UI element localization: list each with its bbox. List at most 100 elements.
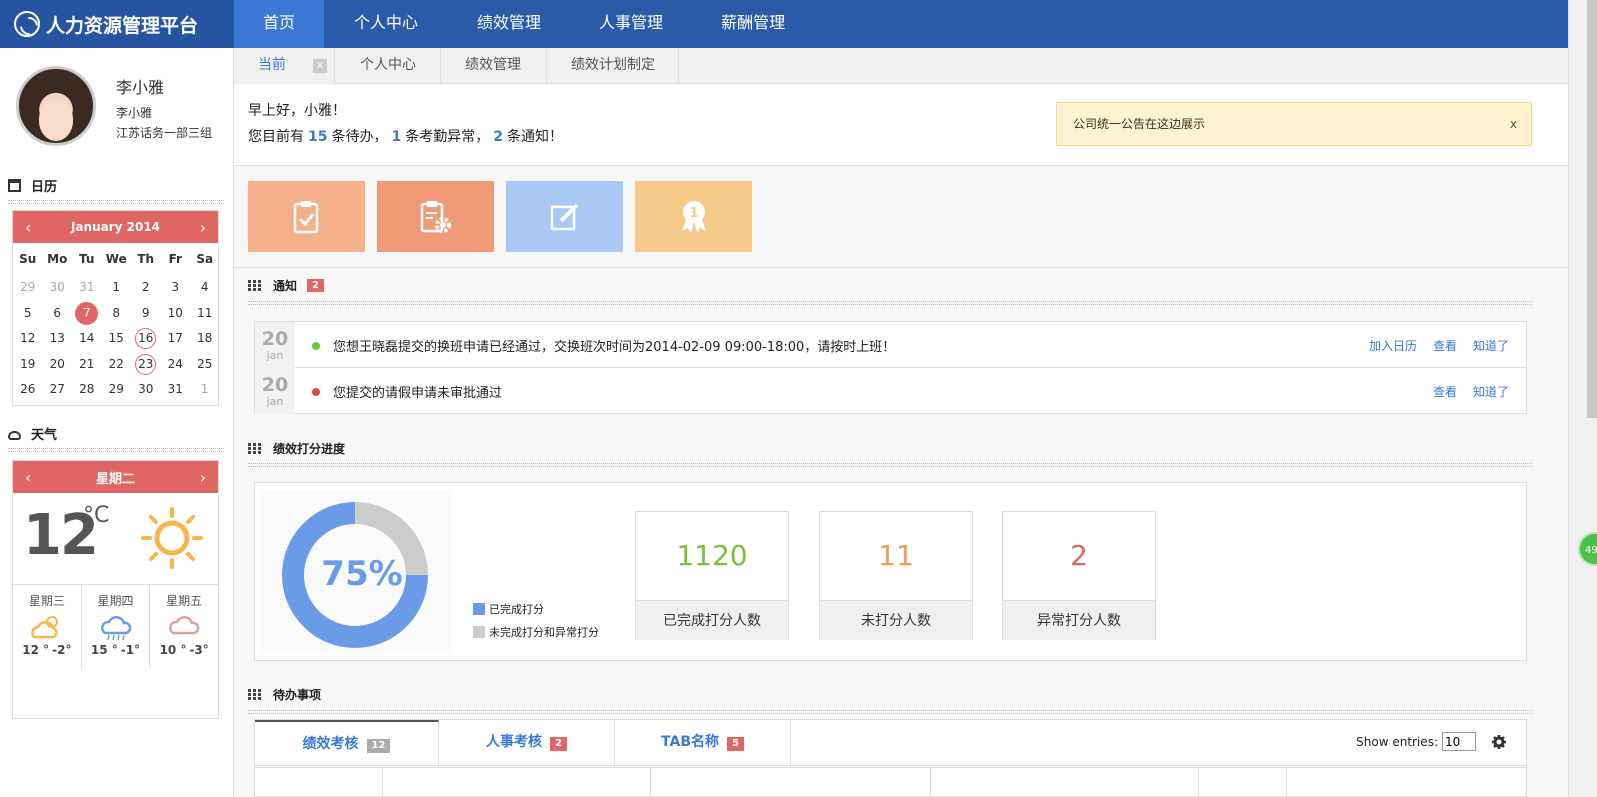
calendar-day-number: 17 [167,331,183,345]
todo-tab-performance[interactable]: 绩效考核 12 [255,720,439,766]
notification-day: 20 [261,328,289,350]
calendar-day[interactable]: 22 [102,352,132,378]
tile-clipboard-gear[interactable] [377,181,494,252]
award-icon: 1 [681,200,706,233]
attendance-count[interactable]: 1 [391,129,401,145]
todo-title-label: 待办事项 [273,688,322,702]
status-dot [312,388,320,396]
calendar-day[interactable]: 29 [13,275,43,301]
scrollbar-thumb[interactable] [1587,0,1597,418]
calendar-day[interactable]: 3 [161,275,191,301]
calendar-day-number: 22 [108,356,124,371]
calendar-dow: Tu [79,252,95,266]
tab-performance-plan[interactable]: 绩效计划制定 [547,48,679,84]
weather-prev-button[interactable]: ‹ [25,468,31,487]
todo-tab-hr[interactable]: 人事考核 2 [439,720,615,766]
calendar-day[interactable]: 26 [13,377,43,403]
calendar-day[interactable]: 19 [13,352,43,378]
calendar-day-number: 31 [79,280,95,294]
weather-title: 天气 [8,424,57,443]
calendar-day-number: 10 [167,305,183,320]
table-header-cell[interactable] [651,768,931,797]
calendar-day[interactable]: 29 [102,377,132,403]
calendar-day[interactable]: 9 [131,301,161,327]
stat-card-abnormal[interactable]: 2 异常打分人数 [1002,511,1156,640]
calendar-day[interactable]: 12 [13,326,43,352]
calendar-day[interactable]: 1 [102,275,132,301]
stat-card-unscored[interactable]: 11 未打分人数 [819,511,973,640]
tab-performance[interactable]: 绩效管理 [441,48,547,84]
notification-action-link[interactable]: 查看 [1433,383,1457,400]
calendar-dow: We [105,252,127,266]
tab-personal-center[interactable]: 个人中心 [335,48,441,84]
notification-item: 20 jan 您想王晓磊提交的换班申请已经通过，交换班次时间为2014-02-09 … [255,322,1526,368]
calendar-day[interactable]: 31 [161,377,191,403]
announcement-close-button[interactable]: x [1510,103,1517,145]
stat-card-completed[interactable]: 1120 已完成打分人数 [635,511,789,640]
calendar-day[interactable]: 24 [161,352,191,378]
summary-line: 您目前有 15 条待办， 1 条考勤异常， 2 条通知！ [248,126,563,146]
calendar-day[interactable]: 18 [190,326,220,352]
calendar-day[interactable]: 5 [13,301,43,327]
stat-value: 1120 [676,539,748,572]
calendar-day[interactable]: 6 [43,301,73,327]
todo-count[interactable]: 15 [308,129,327,145]
calendar-day[interactable]: 11 [190,301,220,327]
nav-home[interactable]: 首页 [234,0,325,48]
calendar-day[interactable]: 10 [161,301,191,327]
calendar-day[interactable]: 14 [72,326,102,352]
calendar-day[interactable]: 16 [131,326,161,352]
tile-edit[interactable] [506,181,623,252]
calendar-day[interactable]: 25 [190,352,220,378]
nav-personal-center[interactable]: 个人中心 [324,0,448,48]
calendar-day[interactable]: 2 [131,275,161,301]
calendar-day[interactable]: 31 [72,275,102,301]
calendar-day[interactable]: 23 [131,352,161,378]
calendar-day[interactable]: 15 [102,326,132,352]
calendar-day[interactable]: 17 [161,326,191,352]
calendar-day[interactable]: 4 [190,275,220,301]
todo-tab-other[interactable]: TAB名称 5 [615,720,791,766]
calendar-day[interactable]: 7 [72,301,102,327]
gear-icon[interactable] [1492,735,1506,749]
table-header-cell[interactable] [1199,768,1287,797]
calendar-day[interactable]: 8 [102,301,132,327]
calendar-day[interactable]: 13 [43,326,73,352]
tile-award[interactable]: 1 [635,181,752,252]
nav-payroll[interactable]: 薪酬管理 [692,0,814,48]
tab-close-button[interactable]: x [313,59,327,73]
table-header-cell[interactable] [383,768,651,797]
notification-actions: 查看 知道了 [1433,383,1509,400]
table-header-cell[interactable] [255,768,383,797]
avatar[interactable] [16,66,96,146]
calendar-next-button[interactable]: › [200,218,206,237]
vertical-scrollbar[interactable] [1568,0,1597,797]
calendar-day[interactable]: 30 [43,275,73,301]
sidebar: 李小雅 李小雅 江苏话务一部三组 日历 ‹ January 2014 › Su M… [0,48,234,797]
brand[interactable]: 人力资源管理平台 [0,0,234,48]
calendar-day[interactable]: 1 [190,377,220,403]
notification-action-link[interactable]: 知道了 [1473,383,1509,400]
calendar-day[interactable]: 27 [43,377,73,403]
calendar-header: ‹ January 2014 › [13,211,218,243]
show-entries-input[interactable] [1442,732,1476,751]
tile-clipboard-check[interactable] [248,181,365,252]
calendar-day-number: 30 [138,382,154,396]
nav-hr[interactable]: 人事管理 [570,0,692,48]
weather-next-button[interactable]: › [200,468,206,487]
calendar-day[interactable]: 21 [72,352,102,378]
nav-performance[interactable]: 绩效管理 [448,0,570,48]
legend-label: 未完成打分和异常打分 [489,626,599,639]
calendar-dow: Sa [196,252,214,266]
tab-current[interactable]: 当前 x [234,48,335,84]
calendar-day[interactable]: 30 [131,377,161,403]
notification-action-link[interactable]: 加入日历 [1369,337,1417,354]
notification-action-link[interactable]: 查看 [1433,337,1457,354]
calendar-day[interactable]: 28 [72,377,102,403]
table-header-cell[interactable] [931,768,1199,797]
notification-action-link[interactable]: 知道了 [1473,337,1509,354]
calendar-day-number: 23 [135,353,157,375]
notice-count[interactable]: 2 [493,129,503,145]
calendar-day[interactable]: 20 [43,352,73,378]
calendar-prev-button[interactable]: ‹ [25,218,31,237]
